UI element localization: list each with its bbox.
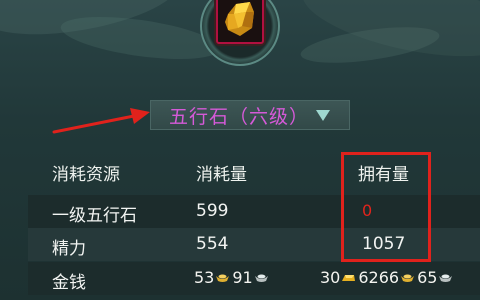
- resource-name: 精力: [52, 239, 86, 259]
- gold-coin-icon: [216, 274, 230, 282]
- silver-amount: 91: [232, 268, 253, 287]
- table-row: 金钱 53 91 30 6266 65: [28, 262, 480, 295]
- stone-level-dropdown[interactable]: 五行石（六级）: [150, 100, 350, 130]
- cost-value: 599: [196, 201, 229, 221]
- owned-money: 30 6266 65: [320, 268, 455, 287]
- header-resource: 消耗资源: [52, 165, 120, 185]
- owned-amount-c: 65: [417, 268, 438, 287]
- gold-coin-icon: [401, 274, 415, 282]
- cost-money: 53 91: [194, 268, 271, 287]
- dropdown-label: 五行石（六级）: [168, 105, 309, 128]
- gold-ore-icon: [225, 2, 254, 36]
- resource-name: 金钱: [52, 273, 86, 293]
- bg-streak: [58, 9, 222, 67]
- chevron-down-icon: [316, 110, 330, 121]
- gold-amount: 53: [194, 268, 215, 287]
- header-cost: 消耗量: [196, 165, 247, 185]
- silver-coin-icon: [254, 274, 268, 282]
- silver-coin-icon: [439, 274, 453, 282]
- owned-highlight-box: [341, 152, 431, 262]
- annotation-arrow-icon: [52, 108, 150, 134]
- resource-name: 一级五行石: [52, 206, 137, 226]
- cost-value: 554: [196, 234, 229, 254]
- gold-bar-icon: [342, 274, 356, 281]
- owned-amount-a: 30: [320, 268, 341, 287]
- owned-amount-b: 6266: [358, 268, 400, 287]
